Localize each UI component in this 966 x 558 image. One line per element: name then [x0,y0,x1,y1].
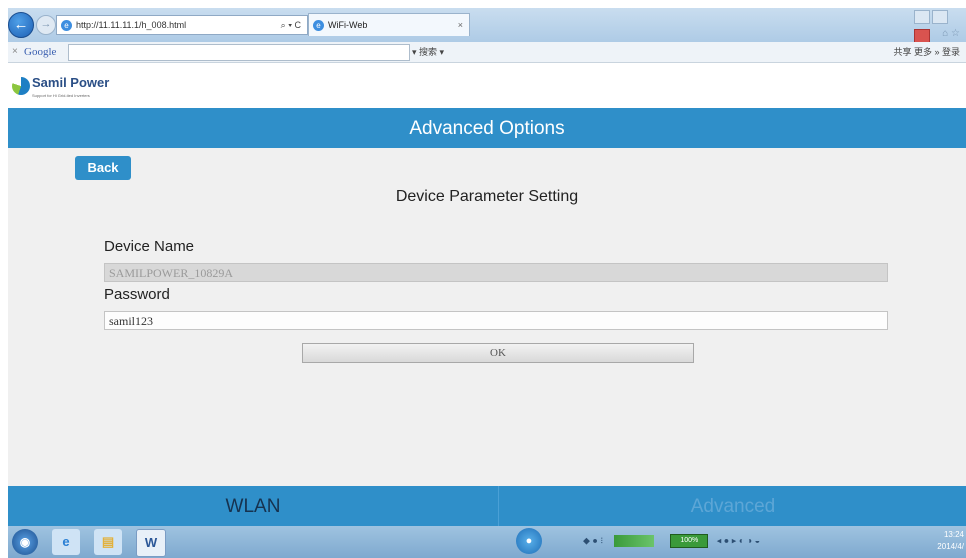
system-tray: ◆ ● ⁝ 100% ◂ ● ▸ ◐ ◑ ◒ [583,534,923,550]
ie-page-icon: e [61,20,72,32]
tab-title: WiFi-Web [328,20,368,30]
ie-icon: e [62,534,70,549]
brand-tagline: Support for Hi Grid-tied Inverters [32,93,90,98]
taskbar-app[interactable]: ● [516,528,542,554]
address-tools[interactable]: ⌕ ▾ C [281,16,301,34]
tab-advanced[interactable]: Advanced [498,486,966,526]
arrow-right-icon: → [40,18,52,30]
close-window-button[interactable] [914,29,930,43]
browser-tab[interactable]: e WiFi-Web × [308,13,470,36]
password-label: Password [104,286,170,303]
maximize-button[interactable] [932,10,948,24]
brand-name: Samil Power [32,75,110,90]
samil-logo-icon [12,77,30,95]
settings-panel: Back Device Parameter Setting Device Nam… [8,148,966,486]
screen: ← → e http://11.11.11.1/h_008.html ⌕ ▾ C … [8,8,966,558]
tab-wlan[interactable]: WLAN [8,486,498,526]
address-bar[interactable]: e http://11.11.11.1/h_008.html ⌕ ▾ C [56,15,308,35]
page-title: Advanced Options [8,108,966,148]
clock-time: 13:24 [943,530,964,539]
taskbar-explorer[interactable]: ▤ [94,529,122,555]
address-text: http://11.11.11.1/h_008.html [76,20,187,30]
taskbar-ie[interactable]: e [52,529,80,555]
word-icon: W [144,535,158,550]
device-name-label: Device Name [104,238,195,255]
battery-indicator[interactable]: 100% [670,534,709,548]
minimize-button[interactable] [914,10,930,24]
taskbar-word[interactable]: W [136,529,166,557]
browser-forward-button[interactable]: → [36,15,56,35]
windows-logo-icon: ◉ [19,535,31,549]
section-title: Device Parameter Setting [395,188,579,205]
google-toolbar: × Google ▾ 搜索 ▾ 共享 更多 » 登录 [8,42,966,63]
start-button[interactable]: ◉ [12,529,38,555]
signal-icon[interactable] [613,535,654,547]
tab-close-icon[interactable]: × [458,14,463,36]
browser-back-button[interactable]: ← [8,12,34,38]
tray-more-icons[interactable]: ◂ ● ▸ ◐ ◑ ◒ [717,535,760,545]
ok-button[interactable]: OK [302,343,694,363]
clock-date: 2014/4/ [937,542,964,551]
browser-titlebar: ← → e http://11.11.11.1/h_008.html ⌕ ▾ C … [8,8,966,43]
google-logo: Google [24,46,57,58]
taskbar-clock[interactable]: 13:24 2014/4/ [937,529,964,553]
google-toolbar-actions[interactable]: 共享 更多 » 登录 [893,42,960,62]
toolbar-close-icon[interactable]: × [12,42,18,62]
device-name-field: SAMILPOWER_10829A [104,263,888,282]
taskbar: ◉ e ▤ W ● ◆ ● ⁝ 100% ◂ ● ▸ ◐ ◑ ◒ 13:24 2… [8,526,966,558]
google-search-input[interactable] [68,44,410,61]
tray-icons[interactable]: ◆ ● ⁝ [583,535,603,545]
arrow-left-icon: ← [13,16,29,33]
bottom-nav: WLAN Advanced [8,486,966,526]
back-button[interactable]: Back [75,156,131,180]
password-field[interactable]: samil123 [104,311,888,330]
app-icon: ● [525,535,533,547]
logo-bar: Samil Power Support for Hi Grid-tied Inv… [8,63,966,108]
ie-tab-icon: e [313,20,324,32]
home-favorites-icons[interactable]: ⌂ ☆ [942,28,960,39]
google-search-button[interactable]: ▾ 搜索 ▾ [412,42,444,62]
window-controls [912,10,962,43]
folder-icon: ▤ [101,534,115,549]
